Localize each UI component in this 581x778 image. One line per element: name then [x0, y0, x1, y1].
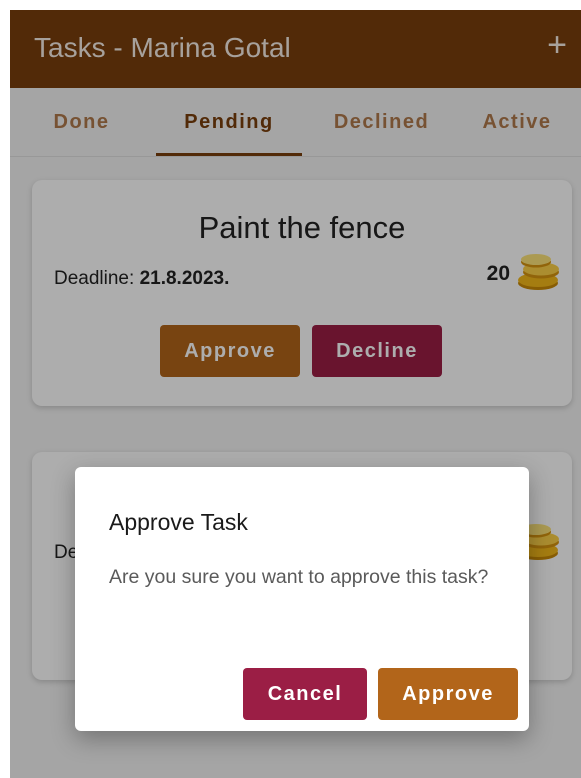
dialog-title: Approve Task	[109, 509, 248, 535]
confirm-approve-button[interactable]: Approve	[378, 668, 518, 720]
app-screen: Tasks - Marina Gotal + Done Pending Decl…	[10, 10, 581, 778]
dialog-message: Are you sure you want to approve this ta…	[109, 566, 489, 588]
approve-task-dialog: Approve Task Are you sure you want to ap…	[75, 467, 529, 731]
cancel-button[interactable]: Cancel	[243, 668, 367, 720]
